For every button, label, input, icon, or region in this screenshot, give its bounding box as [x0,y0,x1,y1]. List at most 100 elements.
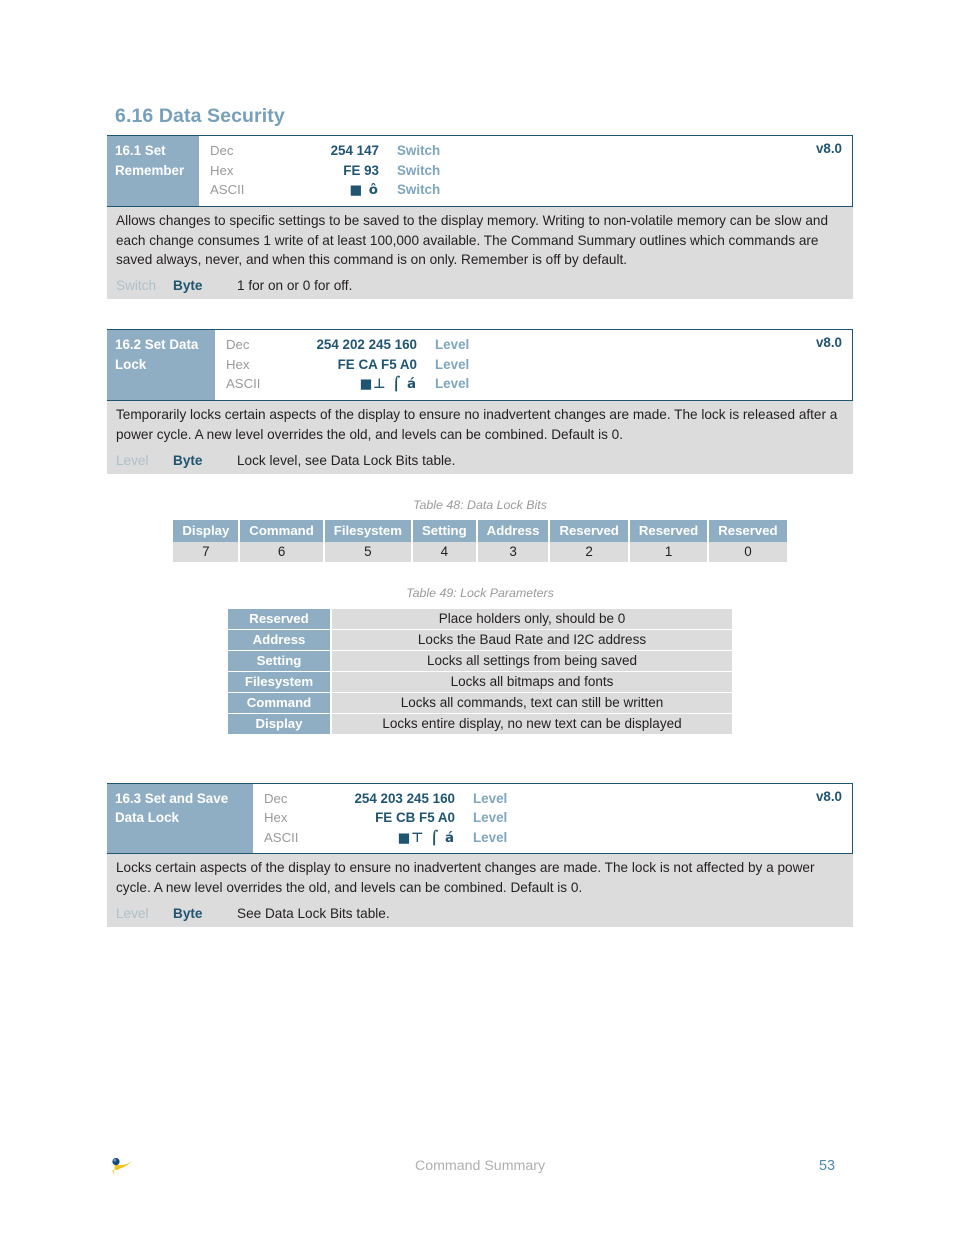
command-description: Allows changes to specific settings to b… [107,206,853,276]
command-block-16-1: 16.1 Set Remember Dec 254 147 Switch Hex… [107,135,853,300]
command-block-16-2: 16.2 Set Data Lock Dec 254 202 245 160 L… [107,329,853,474]
encoding-row: ASCII ■⊥ ⌠ á Level [215,374,852,394]
encoding-label: Dec [226,337,250,353]
encoding-value: 254 202 245 160 [316,337,417,353]
encoding-row: ASCII ■ ô Switch [199,180,852,200]
parameter-type: Byte [173,278,203,294]
table-column-header: Reserved [709,519,787,542]
encoding-param: Switch [397,182,441,198]
parameter-description: See Data Lock Bits table. [237,905,390,921]
table-column-header: Address [477,519,549,542]
encoding-label: Hex [264,810,288,826]
command-block-16-3: 16.3 Set and Save Data Lock Dec 254 203 … [107,782,853,927]
encoding-label: ASCII [264,829,299,845]
encoding-row: Hex FE 93 Switch [199,161,852,181]
version-badge: v8.0 [815,141,842,156]
footer-title: Command Summary [414,1158,546,1174]
lock-parameter-label: Command [228,692,330,713]
table-row: Address Locks the Baud Rate and I2C addr… [228,629,732,650]
command-header: 16.1 Set Remember Dec 254 147 Switch Hex… [107,135,853,207]
version-badge: v8.0 [815,335,842,351]
page-content: 6.16 Data Security 16.1 Set Remember Dec… [107,105,853,927]
command-header: 16.2 Set Data Lock Dec 254 202 245 160 L… [107,329,853,401]
section-heading: 6.16 Data Security [115,105,285,127]
encoding-param: Level [473,810,508,826]
table-row: Filesystem Locks all bitmaps and fonts [228,671,732,692]
command-title: 16.3 Set and Save Data Lock [107,783,253,854]
table-cell: 1 [629,541,708,562]
parameter-description: 1 for on or 0 for off. [237,278,353,294]
lock-parameter-label: Display [228,713,330,734]
encoding-param: Level [473,829,508,845]
command-parameter-row: Level Byte See Data Lock Bits table. [107,902,853,927]
table-48-wrapper: Display Command Filesystem Setting Addre… [107,519,853,562]
table-row: Setting Locks all settings from being sa… [228,650,732,671]
command-title: 16.1 Set Remember [107,136,199,206]
parameter-description: Lock level, see Data Lock Bits table. [237,452,456,468]
lock-parameter-label: Setting [228,650,330,671]
page-footer: Command Summary 53 [107,1152,853,1188]
table-row: Display Locks entire display, no new tex… [228,713,732,734]
encoding-row: Hex FE CB F5 A0 Level [253,808,852,828]
lock-parameter-description: Place holders only, should be 0 [332,608,732,629]
command-description: Temporarily locks certain aspects of the… [107,400,853,450]
table-header-row: Display Command Filesystem Setting Addre… [173,519,787,542]
encoding-row: Dec 254 147 Switch [199,141,852,161]
version-badge: v8.0 [815,788,842,804]
table-lock-parameters: Reserved Place holders only, should be 0… [226,608,734,735]
table-row: Reserved Place holders only, should be 0 [228,608,732,629]
table-cell: 3 [477,541,549,562]
encoding-label: Dec [264,790,288,806]
encoding-label: Hex [210,162,234,178]
table-data-lock-bits: Display Command Filesystem Setting Addre… [171,519,788,562]
lock-parameter-label: Address [228,629,330,650]
command-encodings: Dec 254 203 245 160 Level Hex FE CB F5 A… [253,784,852,854]
parameter-type: Byte [173,905,203,921]
lock-parameter-label: Reserved [228,608,330,629]
encoding-value: FE CA F5 A0 [337,356,417,372]
encoding-param: Switch [397,162,441,178]
encoding-param: Level [435,356,470,372]
table-cell: 2 [550,541,628,562]
table-column-header: Command [240,519,323,542]
command-parameter-row: Switch Byte 1 for on or 0 for off. [107,275,853,300]
table-column-header: Reserved [629,519,708,542]
encoding-param: Level [473,790,508,806]
encoding-value: 254 203 245 160 [354,790,455,806]
parameter-type: Byte [173,452,203,468]
command-encodings: Dec 254 147 Switch Hex FE 93 Switch ASCI… [199,136,852,206]
encoding-value: FE CB F5 A0 [375,810,455,826]
parameter-name: Level [116,452,149,468]
lock-parameter-description: Locks all commands, text can still be wr… [332,692,732,713]
encoding-param: Level [435,337,470,353]
page-number: 53 [818,1158,835,1174]
command-description-text: Allows changes to specific settings to b… [116,212,828,268]
table-48-caption: Table 48: Data Lock Bits [413,497,547,512]
encoding-label: Hex [226,356,250,372]
table-cell: 6 [240,541,323,562]
table-column-header: Setting [412,519,476,542]
command-description-text: Temporarily locks certain aspects of the… [116,406,838,442]
encoding-row: Dec 254 202 245 160 Level [215,335,852,355]
command-description: Locks certain aspects of the display to … [107,854,853,903]
command-parameter-row: Level Byte Lock level, see Data Lock Bit… [107,449,853,474]
command-header: 16.3 Set and Save Data Lock Dec 254 203 … [107,782,853,855]
encoding-row: Hex FE CA F5 A0 Level [215,355,852,375]
table-column-header: Reserved [550,519,628,542]
lock-parameter-description: Locks all bitmaps and fonts [332,671,732,692]
encoding-value: FE 93 [343,162,379,178]
parameter-name: Switch [116,278,157,294]
table-cell: 0 [709,541,787,562]
encoding-param: Level [435,376,470,392]
lock-parameter-description: Locks the Baud Rate and I2C address [332,629,732,650]
lock-parameter-label: Filesystem [228,671,330,692]
command-description-text: Locks certain aspects of the display to … [116,860,815,896]
document-page: 6.16 Data Security 16.1 Set Remember Dec… [0,0,954,1235]
table-column-header: Display [173,519,239,542]
encoding-label: Dec [210,143,234,158]
